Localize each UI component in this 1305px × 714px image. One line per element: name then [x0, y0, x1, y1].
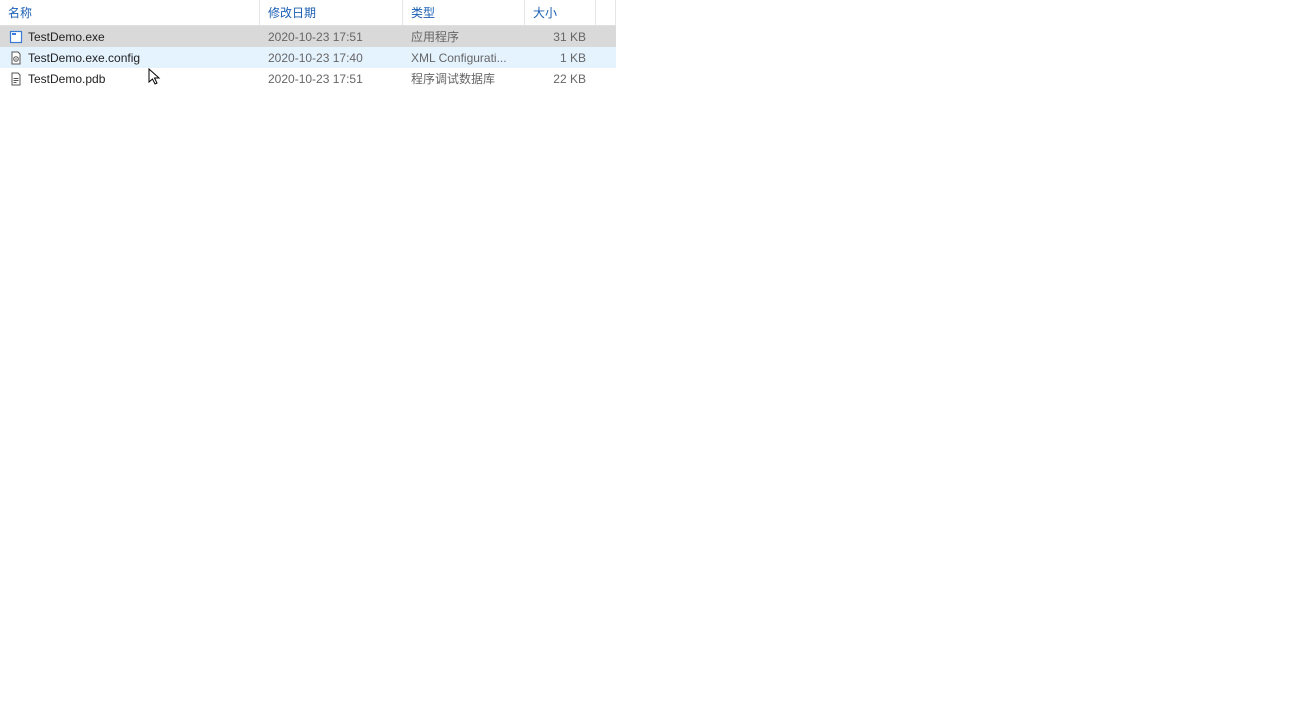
file-type-cell: 应用程序	[403, 26, 525, 47]
column-header-type[interactable]: 类型	[403, 0, 525, 25]
config-file-icon	[8, 50, 24, 66]
column-header-size-label: 大小	[533, 4, 557, 21]
file-name-label: TestDemo.exe	[28, 30, 105, 44]
file-row[interactable]: TestDemo.exe.config 2020-10-23 17:40 XML…	[0, 47, 616, 68]
file-name-label: TestDemo.exe.config	[28, 51, 140, 65]
column-header-date-label: 修改日期	[268, 4, 316, 21]
column-header-name[interactable]: 名称	[0, 0, 260, 25]
file-size-cell: 31 KB	[525, 26, 596, 47]
exe-file-icon	[8, 29, 24, 45]
column-header-name-label: 名称	[8, 4, 32, 21]
file-row[interactable]: TestDemo.exe 2020-10-23 17:51 应用程序 31 KB	[0, 26, 616, 47]
file-row[interactable]: TestDemo.pdb 2020-10-23 17:51 程序调试数据库 22…	[0, 68, 616, 89]
column-header-date[interactable]: 修改日期	[260, 0, 403, 25]
file-name-cell: TestDemo.exe	[0, 26, 260, 47]
column-header-tail	[596, 0, 616, 25]
column-header-type-label: 类型	[411, 4, 435, 21]
file-type-cell: 程序调试数据库	[403, 68, 525, 89]
file-size-cell: 1 KB	[525, 47, 596, 68]
pdb-file-icon	[8, 71, 24, 87]
file-type-cell: XML Configurati...	[403, 47, 525, 68]
file-size-cell: 22 KB	[525, 68, 596, 89]
file-list-pane[interactable]: 名称 修改日期 类型 大小 TestDemo.exe 2020-10-23 17…	[0, 0, 616, 89]
file-name-label: TestDemo.pdb	[28, 72, 105, 86]
file-date-cell: 2020-10-23 17:40	[260, 47, 403, 68]
column-header-row: 名称 修改日期 类型 大小	[0, 0, 616, 26]
file-date-cell: 2020-10-23 17:51	[260, 68, 403, 89]
file-name-cell: TestDemo.pdb	[0, 68, 260, 89]
file-date-cell: 2020-10-23 17:51	[260, 26, 403, 47]
file-name-cell: TestDemo.exe.config	[0, 47, 260, 68]
column-header-size[interactable]: 大小	[525, 0, 596, 25]
